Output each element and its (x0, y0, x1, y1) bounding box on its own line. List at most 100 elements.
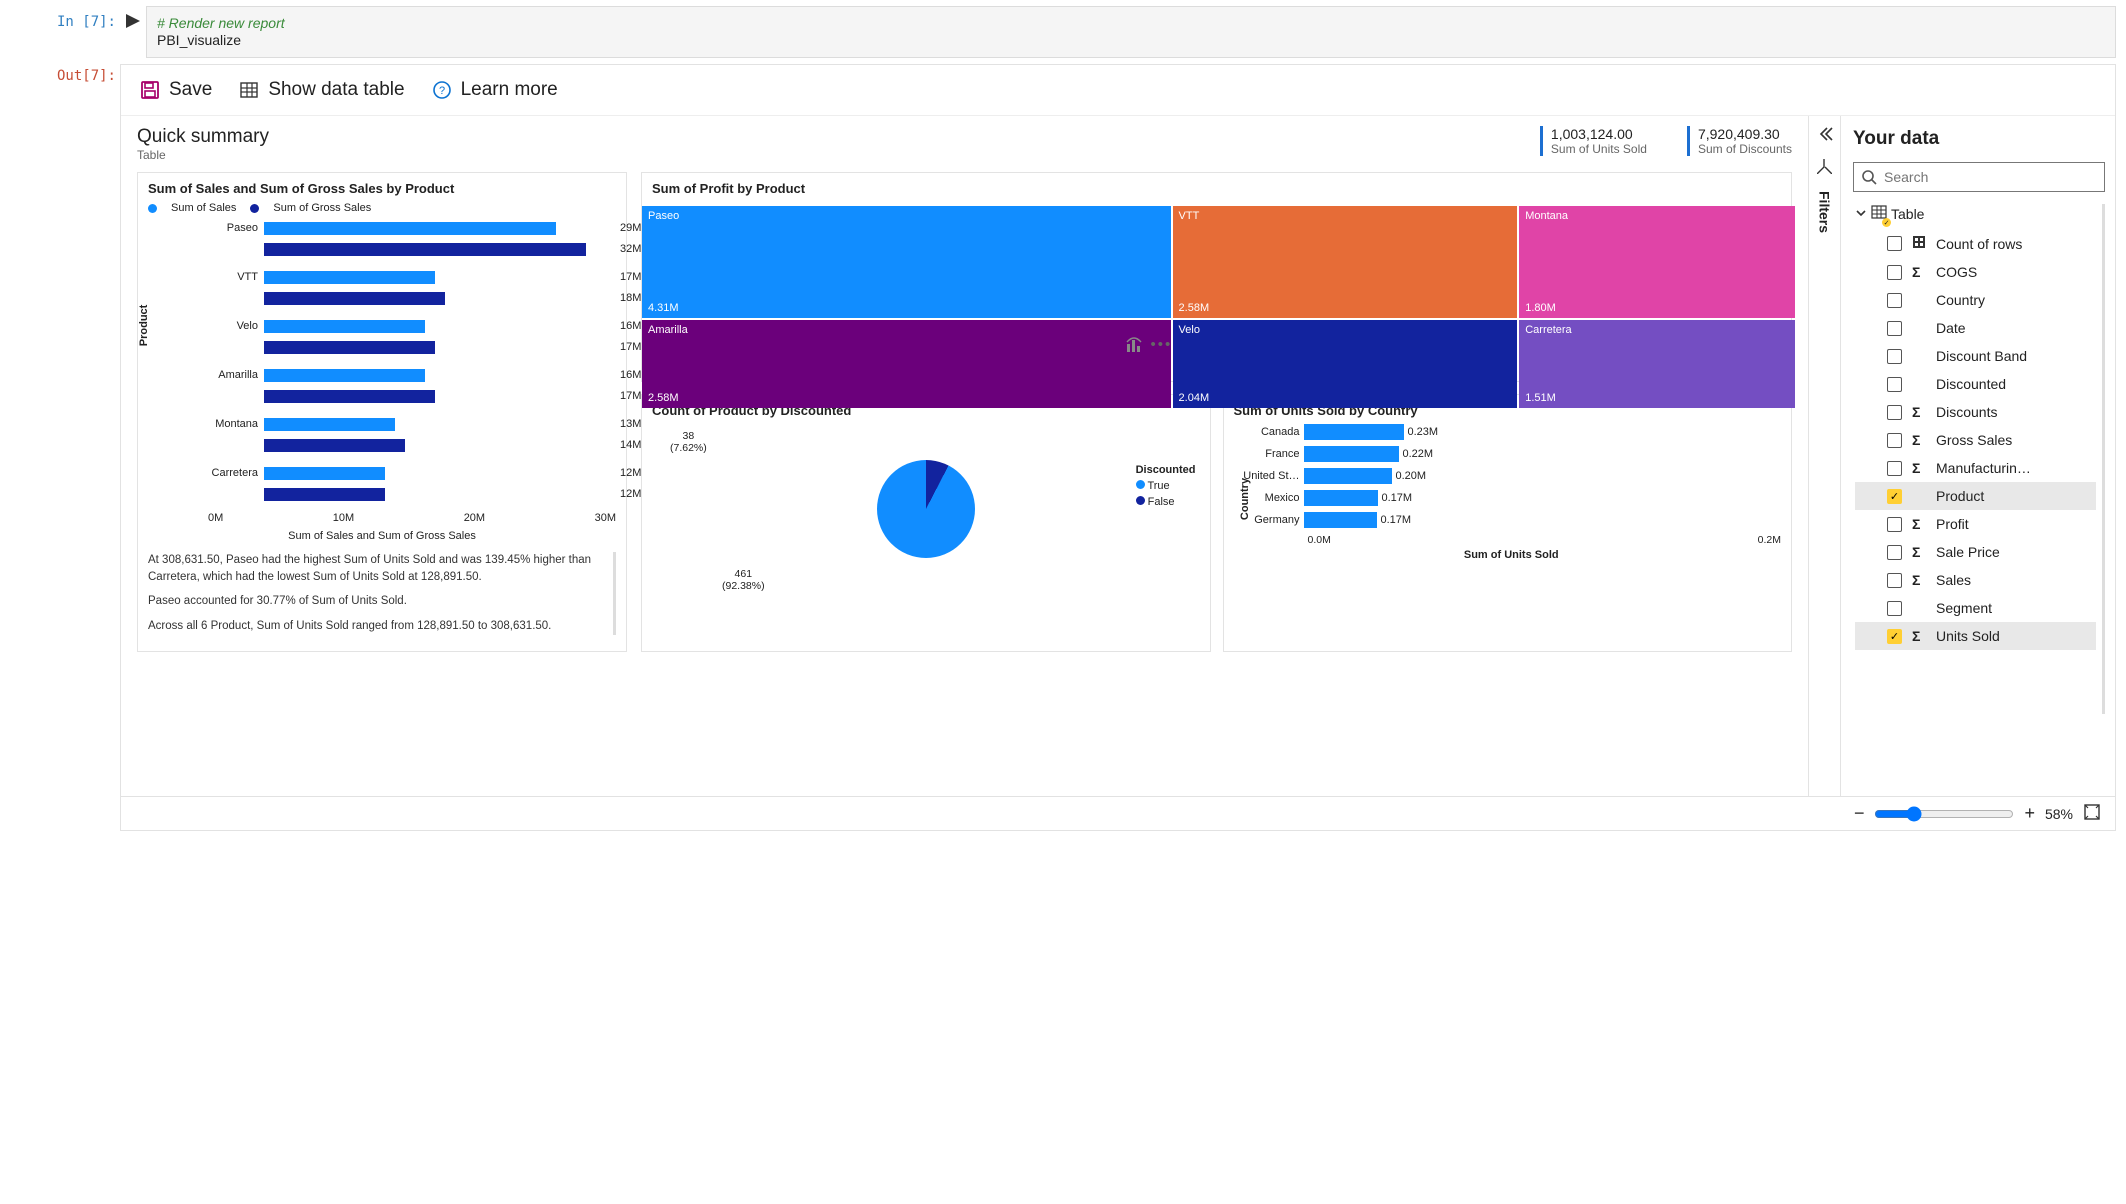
zoom-out-button[interactable]: − (1854, 803, 1865, 824)
field-item[interactable]: ΣProfit (1855, 510, 2096, 538)
tile-name: Paseo (648, 210, 1165, 222)
field-checkbox[interactable] (1887, 629, 1902, 644)
filters-pane-collapsed[interactable]: Filters (1808, 116, 1840, 796)
treemap-tile[interactable]: Carretera1.51M (1519, 320, 1795, 408)
field-checkbox[interactable] (1887, 461, 1902, 476)
treemap-plot: Paseo4.31MVTT2.58MMontana1.80MAmarilla2.… (642, 206, 1791, 406)
report-canvas: Quick summary Table 1,003,124.00 Sum of … (121, 116, 1808, 796)
field-item[interactable]: Discount Band (1855, 342, 2096, 370)
tile-value: 2.58M (648, 392, 679, 404)
tile-value: 4.31M (648, 302, 679, 314)
treemap-tile[interactable]: Velo 2.04M (1173, 320, 1518, 408)
field-label: Discounted (1936, 376, 2006, 392)
code-comment: # Render new report (157, 15, 285, 31)
country-bar[interactable] (1304, 490, 1378, 506)
country-bar[interactable] (1304, 446, 1399, 462)
field-checkbox[interactable] (1887, 293, 1902, 308)
pie-card[interactable]: Count of Product by Discounted 38(7.62%)… (641, 394, 1211, 652)
field-tree: ✓ Table Count of rowsΣCOGSCountryDateDis… (1855, 204, 2105, 714)
field-checkbox[interactable] (1887, 236, 1902, 251)
field-item[interactable]: Date (1855, 314, 2096, 342)
bar-chart-card[interactable]: Sum of Sales and Sum of Gross Sales by P… (137, 172, 627, 652)
treemap-card[interactable]: Sum of Profit by Product Paseo4.31MVTT2.… (641, 172, 1792, 382)
legend-dot-true (1136, 480, 1145, 489)
treemap-tile[interactable]: Paseo 4.31M (642, 206, 1171, 318)
fit-page-icon[interactable] (2083, 803, 2101, 824)
sigma-icon: Σ (1912, 432, 1926, 448)
sigma-icon: Σ (1912, 628, 1926, 644)
field-item[interactable]: ΣSale Price (1855, 538, 2096, 566)
collapse-icon[interactable] (1817, 126, 1833, 145)
legend-gross: Sum of Gross Sales (273, 202, 371, 214)
tile-name: Velo (1179, 324, 1512, 336)
run-cell-icon[interactable] (120, 6, 146, 31)
field-item[interactable]: ΣCOGS (1855, 258, 2096, 286)
field-item[interactable]: ΣGross Sales (1855, 426, 2096, 454)
field-checkbox[interactable] (1887, 265, 1902, 280)
field-checkbox[interactable] (1887, 573, 1902, 588)
field-checkbox[interactable] (1887, 545, 1902, 560)
field-item[interactable]: Σ Units Sold (1855, 622, 2096, 650)
bar-cat-label: Amarilla (208, 369, 258, 381)
pie-slice-a-label: 38(7.62%) (670, 430, 707, 454)
legend-dot-false (1136, 496, 1145, 505)
field-label: Profit (1936, 516, 1969, 532)
chart-suggest-icon[interactable] (1125, 336, 1143, 358)
save-button[interactable]: Save (139, 79, 212, 101)
table-node[interactable]: ✓ Table (1855, 204, 2096, 223)
bar-plot: Product Paseo29M32MVTT17M18MVelo16M17MAm… (148, 218, 616, 504)
field-item[interactable]: ΣSales (1855, 566, 2096, 594)
insight-2: Paseo accounted for 30.77% of Sum of Uni… (148, 593, 593, 610)
field-label: Sales (1936, 572, 1971, 588)
field-checkbox[interactable] (1887, 349, 1902, 364)
country-value: 0.22M (1403, 448, 1434, 460)
country-bar-card[interactable]: Sum of Units Sold by Country Country Can… (1223, 394, 1793, 652)
field-checkbox[interactable] (1887, 433, 1902, 448)
field-checkbox[interactable] (1887, 517, 1902, 532)
insights-text: At 308,631.50, Paseo had the highest Sum… (148, 552, 616, 635)
pie-slice-b-label: 461(92.38%) (722, 568, 765, 592)
count-icon (1912, 235, 1926, 252)
pie-circle (877, 460, 975, 558)
field-label: Discounts (1936, 404, 1997, 420)
treemap-tile[interactable]: Amarilla2.58M (642, 320, 1171, 408)
field-checkbox[interactable] (1887, 405, 1902, 420)
field-item[interactable]: Product (1855, 482, 2096, 510)
country-bar[interactable] (1304, 512, 1377, 528)
tile-value: 2.04M (1179, 392, 1210, 404)
field-item[interactable]: Discounted (1855, 370, 2096, 398)
fields-pane: Your data ✓ (1840, 116, 2115, 796)
zoom-slider[interactable] (1874, 806, 2014, 822)
field-checkbox[interactable] (1887, 321, 1902, 336)
field-label: Units Sold (1936, 628, 2000, 644)
treemap-tile[interactable]: Montana1.80M (1519, 206, 1795, 318)
more-options-icon[interactable]: ••• (1151, 336, 1173, 358)
country-y-axis: Country (1239, 477, 1251, 519)
show-data-table-button[interactable]: Show data table (238, 79, 404, 101)
learn-more-button[interactable]: ? Learn more (431, 79, 558, 101)
field-label: Manufacturin… (1936, 460, 2031, 476)
field-checkbox[interactable] (1887, 377, 1902, 392)
field-item[interactable]: Count of rows (1855, 229, 2096, 258)
filter-pane-icon[interactable] (1817, 159, 1832, 177)
country-bar[interactable] (1304, 424, 1404, 440)
zoom-in-button[interactable]: + (2024, 803, 2035, 824)
save-label: Save (169, 79, 212, 101)
search-input[interactable] (1853, 162, 2105, 192)
field-item[interactable]: Segment (1855, 594, 2096, 622)
x-axis-label: Sum of Sales and Sum of Gross Sales (148, 530, 616, 542)
field-checkbox[interactable] (1887, 489, 1902, 504)
field-item[interactable]: Country (1855, 286, 2096, 314)
treemap-tile[interactable]: VTT2.58M (1173, 206, 1518, 318)
country-value: 0.23M (1408, 426, 1439, 438)
pie-legend-title: Discounted (1136, 464, 1196, 476)
kpi-units-sold: 1,003,124.00 Sum of Units Sold (1540, 126, 1647, 156)
country-bar-row: Canada0.23M (1242, 424, 1782, 440)
code-input[interactable]: # Render new report PBI_visualize (146, 6, 2116, 58)
country-bar[interactable] (1304, 468, 1392, 484)
in-prompt: In [7]: (10, 6, 120, 30)
field-checkbox[interactable] (1887, 601, 1902, 616)
field-item[interactable]: ΣManufacturin… (1855, 454, 2096, 482)
insight-3: Across all 6 Product, Sum of Units Sold … (148, 618, 593, 635)
field-item[interactable]: ΣDiscounts (1855, 398, 2096, 426)
